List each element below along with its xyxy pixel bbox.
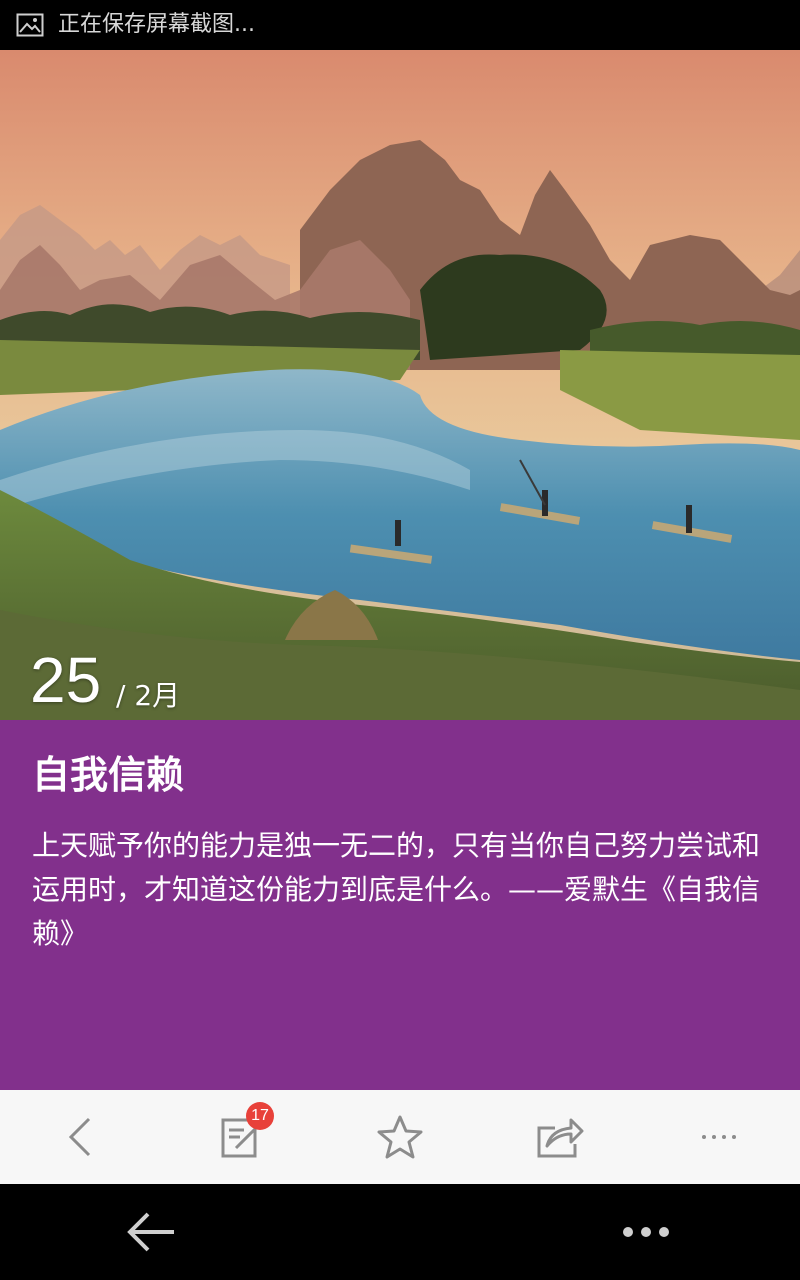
image-icon	[16, 13, 44, 37]
menu-dots-icon[interactable]	[614, 1212, 678, 1252]
back-button[interactable]	[0, 1090, 160, 1184]
more-dots-icon	[702, 1135, 736, 1139]
landscape-illustration	[0, 50, 800, 720]
bottom-toolbar: 17	[0, 1090, 800, 1184]
status-text: 正在保存屏幕截图...	[58, 12, 255, 37]
hero-image: 25 / 2月	[0, 50, 800, 720]
quote-text: 上天赋予你的能力是独一无二的，只有当你自己努力尝试和运用时，才知道这份能力到底是…	[32, 829, 761, 950]
favorite-button[interactable]	[320, 1090, 480, 1184]
more-button[interactable]	[640, 1090, 800, 1184]
date-day: 25	[30, 644, 102, 716]
star-icon	[377, 1115, 423, 1159]
quote-card: 自我信赖 上天赋予你的能力是独一无二的，只有当你自己努力尝试和运用时，才知道这份…	[0, 720, 800, 1090]
share-icon	[537, 1118, 584, 1158]
comments-badge: 17	[246, 1102, 274, 1130]
comments-button[interactable]	[160, 1090, 320, 1184]
share-button[interactable]	[480, 1090, 640, 1184]
status-bar: 正在保存屏幕截图...	[0, 0, 800, 50]
date-month: / 2月	[116, 679, 181, 712]
chevron-left-icon	[68, 1117, 91, 1157]
system-nav-bar	[0, 1184, 800, 1280]
back-arrow-icon[interactable]	[120, 1206, 184, 1258]
quote-title: 自我信赖	[32, 753, 185, 797]
